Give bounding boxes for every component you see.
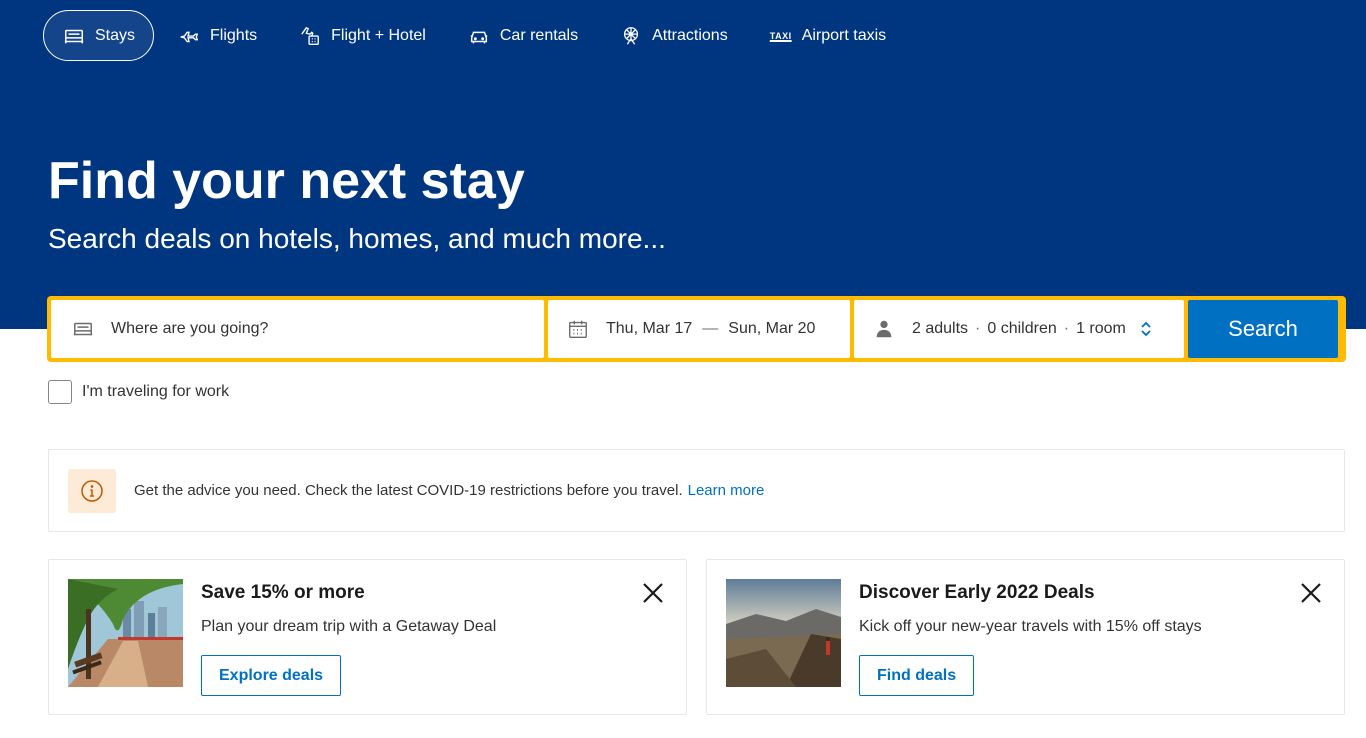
nav-car-rentals[interactable]: Car rentals [449, 10, 596, 61]
nav-label: Airport taxis [801, 26, 887, 44]
find-deals-button[interactable]: Find deals [859, 655, 975, 696]
hero-banner: Stays Flights Flight + Hotel Car rentals… [0, 0, 1366, 329]
close-icon[interactable] [640, 580, 666, 606]
checkout-date: Sun, Mar 20 [728, 320, 816, 337]
explore-deals-button[interactable]: Explore deals [201, 655, 342, 696]
date-range-field[interactable]: Thu, Mar 17 — Sun, Mar 20 [548, 300, 850, 358]
flight-hotel-icon [298, 24, 322, 48]
nav-attractions[interactable]: Attractions [601, 10, 746, 61]
work-travel-label[interactable]: I'm traveling for work [82, 383, 229, 401]
nav-airport-taxis[interactable]: TAXI Airport taxis [751, 10, 904, 61]
product-nav: Stays Flights Flight + Hotel Car rentals… [43, 10, 909, 61]
learn-more-link[interactable]: Learn more [688, 482, 765, 499]
covid-notice: Get the advice you need. Check the lates… [48, 449, 1345, 532]
plane-icon [177, 24, 201, 48]
destination-placeholder: Where are you going? [111, 320, 269, 337]
nav-flights[interactable]: Flights [159, 10, 275, 61]
search-bar: Where are you going? Thu, Mar 17 — Sun, … [47, 296, 1346, 362]
promo-card: Save 15% or more Plan your dream trip wi… [48, 559, 687, 715]
park-image [68, 579, 183, 687]
occupancy-separator: · [975, 320, 981, 337]
close-icon[interactable] [1298, 580, 1324, 606]
nav-flight-hotel[interactable]: Flight + Hotel [280, 10, 444, 61]
occupancy-field[interactable]: 2 adults · 0 children · 1 room [854, 300, 1184, 358]
ferris-wheel-icon [619, 24, 643, 48]
nav-stays[interactable]: Stays [43, 10, 155, 61]
bed-icon [62, 24, 86, 48]
nav-label: Stays [95, 26, 136, 44]
promo-title: Discover Early 2022 Deals [859, 582, 1095, 603]
promo-card: Discover Early 2022 Deals Kick off your … [706, 559, 1345, 715]
taxi-icon: TAXI [769, 30, 792, 41]
work-travel-row: I'm traveling for work [48, 380, 229, 404]
info-icon [68, 468, 116, 513]
mountain-image [726, 579, 841, 687]
date-separator: — [702, 320, 719, 337]
nav-label: Flights [210, 26, 258, 44]
covid-message: Get the advice you need. Check the lates… [134, 482, 683, 499]
page-subtitle: Search deals on hotels, homes, and much … [48, 223, 666, 254]
bed-icon [71, 317, 95, 341]
children-count: 0 children [987, 320, 1057, 337]
adults-count: 2 adults [912, 320, 969, 337]
nav-label: Car rentals [499, 26, 579, 44]
search-button[interactable]: Search [1188, 300, 1338, 358]
nav-label: Flight + Hotel [331, 26, 426, 44]
car-icon [467, 24, 491, 48]
checkin-date: Thu, Mar 17 [606, 320, 693, 337]
page-title: Find your next stay [48, 152, 525, 210]
destination-field[interactable]: Where are you going? [51, 300, 544, 358]
chevron-up-down-icon [1140, 321, 1152, 337]
person-icon [872, 317, 896, 341]
calendar-icon [566, 317, 590, 341]
work-travel-checkbox[interactable] [48, 380, 72, 404]
nav-label: Attractions [652, 26, 728, 44]
occupancy-separator: · [1063, 320, 1070, 337]
rooms-count: 1 room [1076, 320, 1126, 337]
promo-description: Plan your dream trip with a Getaway Deal [201, 618, 497, 635]
promo-description: Kick off your new-year travels with 15% … [859, 618, 1202, 635]
promo-title: Save 15% or more [201, 582, 365, 603]
